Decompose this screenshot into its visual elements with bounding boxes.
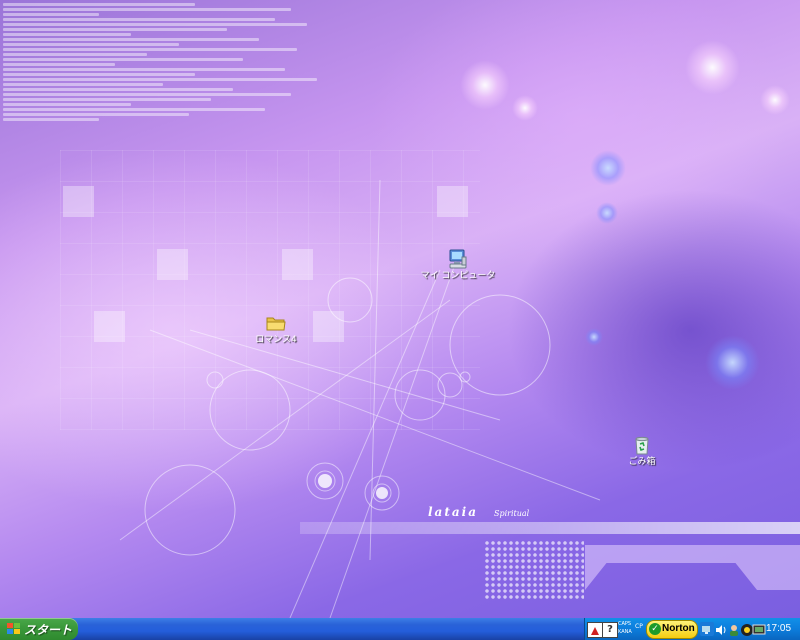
start-button-label: スタート	[24, 623, 73, 637]
recycle-bin-icon	[632, 435, 652, 455]
norton-icon: ✓	[649, 623, 661, 635]
folder-icon	[266, 313, 286, 333]
my-computer-icon	[448, 249, 468, 269]
desktop-background: lataia Spiritual マイ コンピュータ ロマンス4 ごみ箱	[0, 0, 800, 618]
wallpaper-orb	[590, 150, 626, 186]
ime-kana: KANA	[618, 629, 632, 635]
volume-icon[interactable]	[714, 622, 728, 636]
ime-caps: CAPS	[618, 621, 632, 627]
wallpaper-orb	[596, 202, 618, 224]
display-icon[interactable]	[752, 622, 766, 636]
wallpaper-orb	[460, 60, 510, 110]
wallpaper-brand-subtitle: Spiritual	[494, 509, 530, 518]
desktop-icon-label: ロマンス4	[255, 335, 297, 345]
wallpaper-orb	[760, 85, 790, 115]
taskbar: スタート ? CAPS KANA CP ✓ Norton 17:05	[0, 618, 800, 640]
wallpaper-orb	[585, 328, 603, 346]
norton-label: Norton	[662, 623, 695, 634]
wallpaper-orb	[512, 95, 538, 121]
desktop-icon-my-computer[interactable]: マイ コンピュータ	[420, 249, 496, 282]
desktop-icon-recycle-bin[interactable]: ごみ箱	[604, 435, 680, 468]
taskbar-clock[interactable]: 17:05	[766, 623, 791, 634]
wallpaper-orb	[705, 335, 760, 390]
user-icon[interactable]	[727, 622, 741, 636]
ime-status[interactable]: CAPS KANA	[618, 620, 632, 636]
wallpaper-dot-pattern	[484, 540, 584, 600]
wallpaper-orb	[685, 40, 740, 95]
acrobat-icon[interactable]	[587, 622, 603, 638]
windows-logo-icon	[7, 623, 20, 635]
ime-mode: CP	[635, 623, 643, 630]
wallpaper-brand: lataia	[428, 505, 478, 519]
desktop-icon-label: マイ コンピュータ	[420, 271, 496, 281]
network-icon[interactable]	[700, 622, 714, 636]
help-icon[interactable]: ?	[602, 622, 618, 638]
desktop-icon-romance4-folder[interactable]: ロマンス4	[238, 313, 314, 346]
start-button[interactable]: スタート	[0, 618, 78, 640]
desktop-icon-label: ごみ箱	[628, 457, 656, 467]
norton-tray-button[interactable]: ✓ Norton	[646, 620, 698, 639]
wallpaper-brand-bar	[300, 522, 800, 534]
